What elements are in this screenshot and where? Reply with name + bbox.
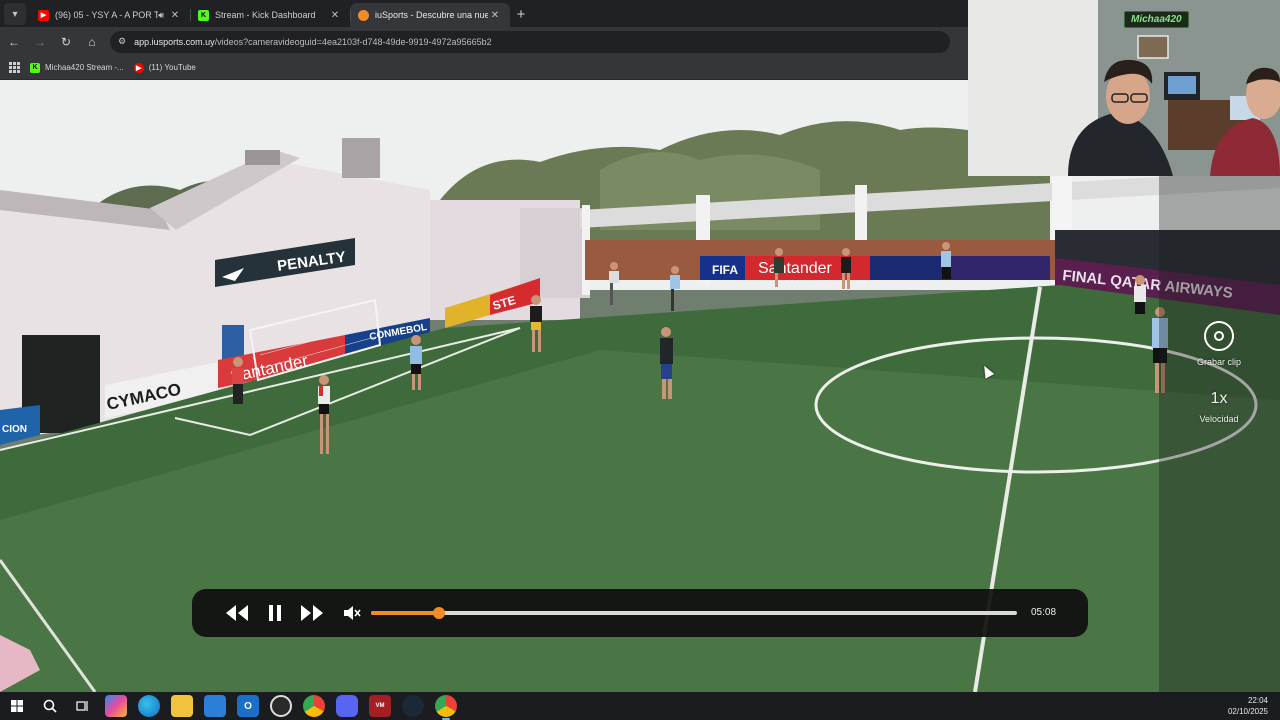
time-remaining: 05:08	[1031, 607, 1057, 618]
arrow-right-icon: →	[34, 34, 46, 49]
bookmark-youtube[interactable]: ▶ (11) YouTube	[133, 62, 196, 73]
fifa-banner: FIFA	[712, 263, 738, 277]
steam-icon[interactable]	[402, 695, 424, 717]
edge-icon[interactable]	[138, 695, 160, 717]
windows-taskbar: O VM 22:04 02/10/2025	[0, 692, 1280, 720]
speed-value: 1x	[1210, 390, 1228, 407]
tab-iusports[interactable]: iuSports - Descubre una nueva ✕	[350, 3, 510, 27]
store-icon[interactable]	[204, 695, 226, 717]
site-info-icon[interactable]: ⚙	[118, 36, 126, 47]
record-clip-label: Grabar clip	[1196, 357, 1241, 367]
url-host: app.iusports.com.uy	[134, 36, 215, 47]
pause-icon	[269, 605, 281, 621]
speed-label: Velocidad	[1199, 414, 1239, 424]
kick-icon: K	[198, 9, 209, 21]
iusports-icon	[358, 9, 369, 21]
forward-button[interactable]: →	[28, 30, 52, 54]
outlook-icon[interactable]: O	[237, 695, 259, 717]
bookmark-michaa-stream[interactable]: K Michaa420 Stream -...	[30, 62, 124, 73]
back-button[interactable]: ←	[2, 30, 26, 54]
home-button[interactable]: ⌂	[80, 30, 104, 54]
kick-icon: K	[30, 62, 40, 73]
reload-icon: ↻	[60, 34, 72, 49]
reload-button[interactable]: ↻	[54, 30, 78, 54]
speed-button[interactable]: 1x Velocidad	[1172, 390, 1266, 424]
tab-kick-dashboard[interactable]: K Stream - Kick Dashboard ✕	[190, 3, 350, 27]
bookmark-label: (11) YouTube	[148, 63, 196, 72]
youtube-icon: ▶	[38, 9, 49, 21]
arrow-left-icon: ←	[8, 34, 20, 49]
browser-tab-strip: ▾ ▶ (96) 05 - YSY A - A POR TODO 🔊︎ ✕ K …	[0, 0, 968, 27]
rewind-icon	[226, 605, 248, 621]
address-bar[interactable]: ⚙ app.iusports.com.uy/videos?cameravideo…	[110, 30, 950, 53]
new-tab-button[interactable]: +	[510, 3, 532, 25]
tab-title: Stream - Kick Dashboard	[215, 10, 316, 20]
plus-icon: +	[516, 5, 526, 23]
pause-button[interactable]	[266, 603, 284, 623]
streamer-name-badge: Michaa420	[1124, 11, 1189, 28]
clock-time: 22:04	[1247, 696, 1268, 705]
record-clip-button[interactable]: Grabar clip	[1172, 321, 1266, 367]
clock-date: 02/10/2025	[1227, 707, 1268, 716]
task-view-icon[interactable]	[72, 695, 94, 717]
webcam-overlay: Michaa420	[968, 0, 1280, 176]
chevron-down-icon: ▾	[12, 8, 18, 20]
apps-grid-icon[interactable]	[9, 62, 20, 73]
seek-handle[interactable]	[433, 607, 446, 619]
obs-icon[interactable]	[270, 695, 292, 717]
seek-bar[interactable]	[371, 607, 1017, 619]
tab-title: (96) 05 - YSY A - A POR TODO	[55, 10, 159, 20]
close-icon[interactable]: ✕	[328, 10, 342, 21]
browser-toolbar: ← → ↻ ⌂ ⚙ app.iusports.com.uy/videos?cam…	[0, 27, 968, 56]
chrome-profile-icon[interactable]	[435, 695, 457, 720]
seek-progress	[371, 611, 440, 615]
mute-button[interactable]	[342, 604, 362, 622]
record-icon	[1204, 321, 1234, 351]
url-path: /videos?cameravideoguid=4ea2103f-d748-49…	[214, 36, 492, 47]
copilot-icon[interactable]	[105, 695, 127, 717]
close-icon[interactable]: ✕	[488, 10, 502, 21]
discord-icon[interactable]	[336, 695, 358, 717]
system-clock[interactable]: 22:04 02/10/2025	[1228, 695, 1268, 717]
home-icon: ⌂	[88, 34, 96, 49]
bookmark-label: Michaa420 Stream -...	[45, 63, 124, 72]
close-icon[interactable]: ✕	[168, 10, 182, 21]
file-explorer-icon[interactable]	[171, 695, 193, 717]
cion-banner: CION	[2, 424, 27, 435]
fast-forward-icon	[301, 605, 323, 621]
voicemeeter-icon[interactable]: VM	[369, 695, 391, 717]
speaker-icon[interactable]: 🔊︎	[158, 10, 164, 21]
rewind-button[interactable]	[224, 603, 250, 623]
tab-title: iuSports - Descubre una nueva	[375, 10, 488, 20]
youtube-icon: ▶	[133, 62, 144, 73]
santander-banner-back: Santander	[758, 260, 833, 277]
tab-search-button[interactable]: ▾	[4, 3, 26, 25]
bookmarks-bar: K Michaa420 Stream -... ▶ (11) YouTube	[0, 56, 968, 80]
side-panel	[1159, 176, 1280, 692]
chrome-icon[interactable]	[303, 695, 325, 717]
player-controls: 05:08	[192, 589, 1088, 637]
search-icon[interactable]	[39, 695, 61, 717]
windows-start-icon[interactable]	[6, 695, 28, 717]
volume-muted-icon	[344, 606, 361, 620]
fast-forward-button[interactable]	[299, 603, 325, 623]
tab-youtube[interactable]: ▶ (96) 05 - YSY A - A POR TODO 🔊︎ ✕	[30, 3, 190, 27]
